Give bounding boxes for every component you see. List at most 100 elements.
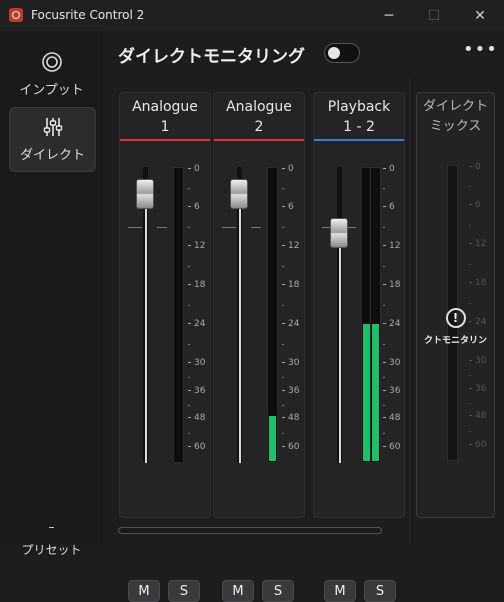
db-scale-minor-tick [188, 343, 190, 345]
preset-label: プリセット [21, 543, 82, 557]
db-scale: 0 6 12 18 24 30 36 48 60 [188, 165, 214, 463]
db-scale-minor-tick [188, 404, 190, 406]
db-scale-tick: 6 [282, 203, 294, 212]
db-scale-tick: 6 [188, 203, 200, 212]
fader-handle[interactable] [230, 179, 248, 210]
channel-name: Analogue 1 [132, 99, 198, 135]
sidebar-item-direct[interactable]: ダイレクト [9, 107, 96, 172]
db-scale-tick: 60 [383, 443, 400, 452]
db-scale-minor-tick [282, 188, 284, 189]
db-scale-tick: 36 [469, 385, 486, 394]
title-bar: Focusrite Control 2 ─ ☐ ✕ [0, 0, 504, 31]
db-scale-minor-tick [188, 188, 190, 189]
db-scale-tick: 36 [282, 387, 299, 396]
db-scale-tick: 18 [383, 281, 400, 290]
level-meter [173, 167, 184, 463]
db-scale: 0 6 12 18 24 30 36 48 60 [282, 165, 308, 463]
preset-selector[interactable]: – プリセット [9, 521, 94, 558]
db-scale-minor-tick [188, 226, 190, 228]
db-scale-minor-tick [383, 304, 385, 306]
solo-button[interactable]: S [262, 580, 294, 602]
db-scale-tick: 30 [383, 359, 400, 368]
db-scale-minor-tick [383, 404, 385, 406]
db-scale-tick: 12 [383, 242, 400, 251]
sidebar-item-input[interactable]: インプット [9, 43, 94, 106]
db-scale-minor-tick [469, 430, 471, 432]
window-title: Focusrite Control 2 [31, 8, 145, 22]
mute-button[interactable]: M [222, 580, 254, 602]
unity-mark [157, 227, 167, 228]
sidebar: インプット ダイレクト – プリセット [0, 31, 103, 557]
db-scale-tick: 48 [188, 414, 205, 423]
horizontal-scrollbar[interactable] [118, 527, 382, 534]
db-scale-tick: 0 [282, 165, 294, 174]
db-scale-tick: 30 [469, 357, 486, 366]
db-scale-tick: 12 [469, 240, 486, 249]
meter-level-fill [363, 324, 370, 461]
direct-mix-panel: ダイレクト ミックス 0 6 12 18 24 30 36 48 60 ! クトモニタリン [416, 92, 495, 518]
db-scale-minor-tick [282, 226, 284, 228]
db-scale-minor-tick [188, 432, 190, 434]
unity-mark [222, 227, 236, 228]
db-scale-tick: 60 [469, 441, 486, 450]
db-scale-minor-tick [469, 375, 471, 376]
fader-handle[interactable] [136, 179, 154, 210]
db-scale-tick: 0 [469, 163, 481, 172]
fader-level-fill [144, 194, 147, 463]
meter-level-fill [372, 324, 379, 461]
solo-button[interactable]: S [168, 580, 200, 602]
db-scale-minor-tick [469, 302, 471, 304]
db-scale-tick: 36 [383, 387, 400, 396]
db-scale-minor-tick [282, 304, 284, 306]
minimize-icon[interactable]: ─ [366, 0, 412, 31]
channel-color-bar [214, 139, 304, 141]
toggle-knob [328, 47, 340, 59]
mixer-sliders-icon [43, 118, 62, 136]
db-scale-tick: 6 [469, 201, 481, 210]
more-horizontal-icon[interactable]: ••• [463, 39, 498, 60]
db-scale-minor-tick [282, 404, 284, 406]
panel-divider [409, 79, 410, 544]
maximize-icon[interactable]: ☐ [411, 0, 457, 31]
db-scale-minor-tick [383, 432, 385, 434]
direct-mix-disabled-notice: ! クトモニタリン [417, 307, 494, 346]
db-scale-tick: 6 [383, 203, 395, 212]
db-scale-minor-tick [469, 186, 471, 187]
db-scale-tick: 36 [188, 387, 205, 396]
db-scale-minor-tick [188, 304, 190, 306]
db-scale-tick: 48 [469, 412, 486, 421]
channel-name: Analogue 2 [226, 99, 292, 135]
db-scale-tick: 48 [383, 414, 400, 423]
direct-monitoring-toggle[interactable] [324, 43, 360, 63]
fader-level-fill [338, 233, 341, 463]
direct-mix-title: ダイレクト ミックス [422, 99, 488, 134]
db-scale-tick: 18 [282, 281, 299, 290]
db-scale-tick: 48 [282, 414, 299, 423]
db-scale-tick: 0 [383, 165, 395, 174]
unity-mark [251, 227, 261, 228]
meter-level-fill [269, 415, 276, 461]
db-scale-minor-tick [282, 265, 284, 267]
db-scale-minor-tick [188, 265, 190, 267]
solo-button[interactable]: S [364, 580, 396, 602]
mute-button[interactable]: M [324, 580, 356, 602]
db-scale-tick: 24 [282, 320, 299, 329]
mute-button[interactable]: M [128, 580, 160, 602]
db-scale-minor-tick [188, 377, 190, 378]
db-scale-tick: 30 [282, 359, 299, 368]
db-scale: 0 6 12 18 24 30 36 48 60 [383, 165, 409, 463]
db-scale-minor-tick [282, 432, 284, 434]
close-icon[interactable]: ✕ [457, 0, 503, 31]
input-ring-icon [41, 52, 62, 72]
level-meter-right [370, 167, 381, 463]
db-scale-tick: 24 [188, 320, 205, 329]
fader-handle[interactable] [330, 218, 348, 248]
db-scale-minor-tick [383, 188, 385, 189]
focusrite-logo-icon [9, 8, 23, 22]
sidebar-item-label: インプット [19, 83, 84, 98]
page-title: ダイレクトモニタリング [118, 47, 305, 67]
channel-strip-analogue-1: Analogue 1 0 6 12 18 24 30 36 48 60 M S [119, 92, 214, 602]
db-scale-minor-tick [383, 377, 385, 378]
level-meter [267, 167, 278, 463]
db-scale-minor-tick [383, 343, 385, 345]
